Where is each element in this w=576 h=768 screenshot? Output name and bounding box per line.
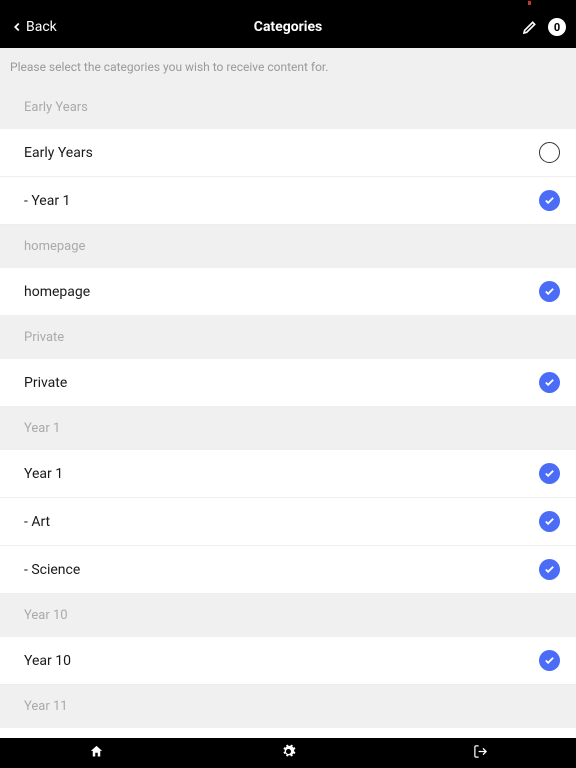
category-row[interactable]: - Year 1 [0, 177, 576, 225]
category-row[interactable]: - Art [0, 498, 576, 546]
home-tab[interactable] [89, 744, 104, 763]
category-label: homepage [24, 284, 90, 300]
section-header: Year 1 [0, 407, 576, 450]
category-row[interactable]: Early Years [0, 129, 576, 177]
checkmark-icon[interactable] [539, 650, 560, 671]
section-header: Private [0, 316, 576, 359]
checkmark-icon[interactable] [539, 190, 560, 211]
checkmark-icon[interactable] [539, 511, 560, 532]
chevron-left-icon [10, 20, 24, 34]
top-bar: Back Categories 0 [0, 6, 576, 48]
category-row[interactable]: Year 11 [0, 728, 576, 738]
back-label: Back [26, 19, 57, 35]
home-icon [89, 744, 104, 759]
gear-icon [281, 744, 296, 759]
settings-tab[interactable] [281, 744, 296, 763]
edit-icon[interactable] [522, 19, 538, 35]
category-label: - Year 1 [24, 193, 70, 209]
category-row[interactable]: Year 1 [0, 450, 576, 498]
checkmark-icon[interactable] [539, 281, 560, 302]
category-row[interactable]: Year 10 [0, 637, 576, 685]
category-label: - Art [24, 514, 50, 530]
checkmark-icon[interactable] [539, 559, 560, 580]
category-label: Private [24, 375, 67, 391]
checkmark-icon[interactable] [539, 372, 560, 393]
bottom-nav [0, 738, 576, 768]
category-row[interactable]: - Science [0, 546, 576, 594]
instruction-text: Please select the categories you wish to… [0, 48, 576, 86]
page-title: Categories [254, 19, 322, 35]
section-header: Early Years [0, 86, 576, 129]
category-label: Early Years [24, 145, 93, 161]
category-row[interactable]: homepage [0, 268, 576, 316]
section-header: Year 11 [0, 685, 576, 728]
section-header: homepage [0, 225, 576, 268]
category-label: Year 10 [24, 653, 71, 669]
count-badge[interactable]: 0 [548, 18, 566, 36]
unchecked-circle-icon[interactable] [539, 142, 560, 163]
section-header: Year 10 [0, 594, 576, 637]
checkmark-icon[interactable] [539, 463, 560, 484]
logout-tab[interactable] [473, 744, 488, 763]
category-label: Year 1 [24, 466, 63, 482]
category-label: - Science [24, 562, 80, 578]
back-button[interactable]: Back [10, 19, 57, 35]
category-list: Early Years Early Years - Year 1 homepage ho… [0, 86, 576, 738]
logout-icon [473, 744, 488, 759]
category-row[interactable]: Private [0, 359, 576, 407]
